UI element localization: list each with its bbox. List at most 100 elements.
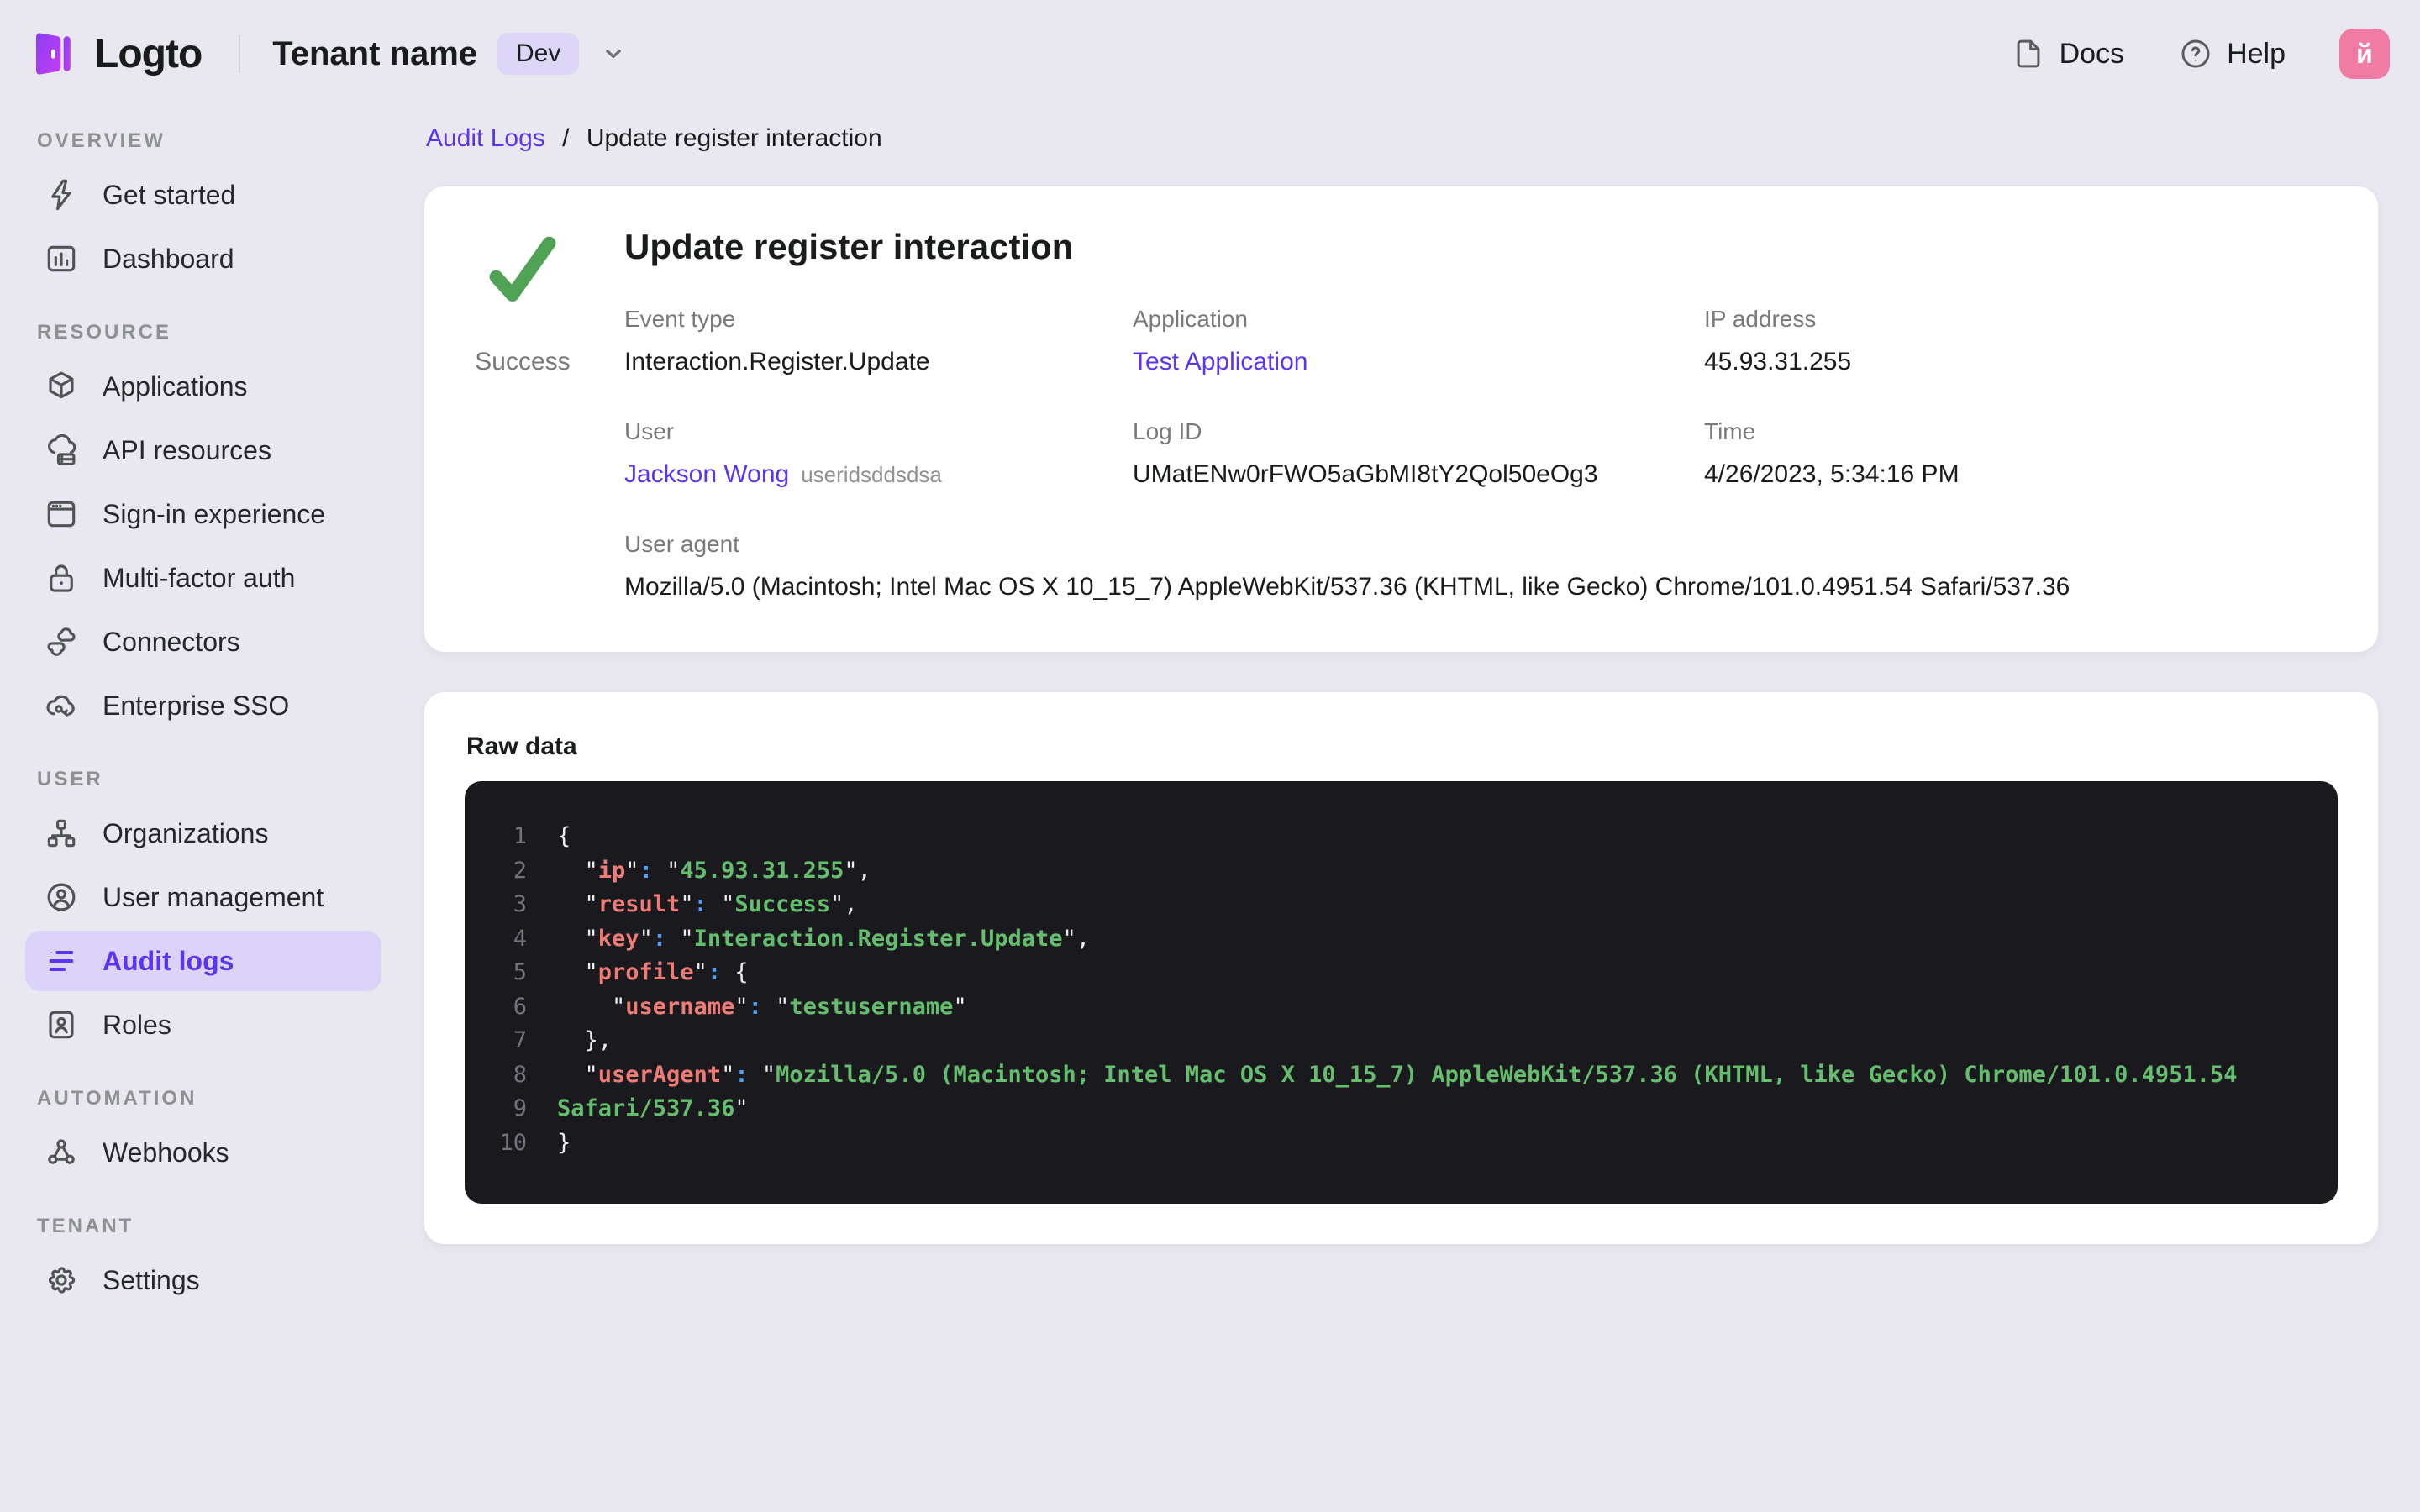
cube-icon [49,371,74,399]
code-text: "profile": { [557,959,749,985]
user-agent-value: Mozilla/5.0 (Macintosh; Intel Mac OS X 1… [624,573,2070,601]
line-number: 9 [513,1095,527,1121]
breadcrumb-separator: / [562,124,570,152]
logto-logo-icon [35,33,71,75]
line-number: 1 [513,823,527,849]
sidebar-item-label: Settings [103,1264,200,1295]
line-number: 3 [513,891,527,917]
field-label: User [624,418,675,444]
user-circle-icon [47,883,76,911]
code-line: 4 "key": "Interaction.Register.Update", [465,922,2317,957]
audit-list-icon [49,951,74,971]
help-label: Help [2227,37,2286,70]
log-id-value: UMatENw0rFWO5aGbMI8tY2Qol50eOg3 [1133,460,1598,488]
tenant-selector[interactable]: Tenant name Dev [272,33,628,75]
breadcrumb-audit-logs-link[interactable]: Audit Logs [426,124,545,152]
ip-address-value: 45.93.31.255 [1704,348,1852,375]
breadcrumb-current: Update register interaction [586,124,882,152]
field-time: Time 4/26/2023, 5:34:16 PM [1704,418,2331,489]
code-text: } [557,1129,571,1156]
cloud-key-icon [46,695,75,717]
sidebar-item-multi-factor-auth[interactable]: Multi-factor auth [25,548,381,608]
code-line: 1{ [465,820,2317,854]
sidebar-item-organizations[interactable]: Organizations [25,803,381,864]
field-ip-address: IP address 45.93.31.255 [1704,306,2331,376]
event-detail-card: Success Update register interaction Even… [424,186,2378,652]
detail-main: Update register interaction Event type In… [624,227,2331,601]
page-title: Update register interaction [624,227,1074,266]
code-text: { [557,823,571,849]
sidebar-item-roles[interactable]: Roles [25,995,381,1055]
divider [239,34,241,73]
field-label: IP address [1704,306,1817,332]
line-number: 10 [499,1129,527,1156]
user-link[interactable]: Jackson Wong [624,460,789,488]
gear-icon [48,1267,76,1294]
sidebar-item-user-management[interactable]: User management [25,867,381,927]
sidebar-item-label: Multi-factor auth [103,562,296,593]
id-card-icon [49,1011,74,1039]
lightning-icon [51,179,71,211]
line-number: 7 [513,1027,527,1053]
code-line: 7 }, [465,1024,2317,1058]
raw-data-title: Raw data [466,732,577,760]
sidebar-item-label: User management [103,881,324,912]
sidebar-item-dashboard[interactable]: Dashboard [25,228,381,289]
cloud-server-icon [48,433,76,466]
field-application: Application Test Application [1133,306,1704,376]
breadcrumb: Audit Logs / Update register interaction [426,124,2378,153]
code-line: 2 "ip": "45.93.31.255", [465,854,2317,889]
raw-data-card: Raw data 1{2 "ip": "45.93.31.255", 3 "res… [424,692,2378,1244]
env-badge: Dev [497,33,580,75]
sidebar-item-applications[interactable]: Applications [25,356,381,417]
main-content: Audit Logs / Update register interaction… [403,108,2420,1512]
line-number: 6 [513,993,527,1020]
application-link[interactable]: Test Application [1133,348,1307,375]
line-number: 8 [513,1061,527,1088]
sidebar-item-enterprise-sso[interactable]: Enterprise SSO [25,675,381,736]
docs-label: Docs [2059,37,2125,70]
sidebar-item-settings[interactable]: Settings [25,1250,381,1310]
field-label: User agent [624,531,739,557]
success-check-icon [489,236,556,302]
status-column: Success [471,227,574,601]
org-tree-icon [47,819,76,848]
code-line: 9 Safari/537.36" [465,1092,2317,1126]
sidebar-item-audit-logs[interactable]: Audit logs [25,931,381,991]
code-line: 8 "userAgent": "Mozilla/5.0 (Macintosh; … [465,1058,2317,1093]
sidebar-section-automation: AUTOMATION [37,1087,197,1110]
sidebar-item-sign-in-experience[interactable]: Sign-in experience [25,484,381,544]
sidebar-item-api-resources[interactable]: API resources [25,420,381,480]
field-label: Application [1133,306,1248,332]
avatar[interactable]: й [2339,29,2390,79]
code-line: 5 "profile": { [465,956,2317,990]
code-line: 6 "username": "testusername" [465,990,2317,1025]
help-button[interactable]: Help [2178,36,2286,71]
detail-fields: Event type Interaction.Register.Update App… [624,306,2331,601]
sidebar-item-label: Get started [103,179,236,210]
top-bar: Logto Tenant name Dev Docs Help й [0,0,2420,108]
tenant-name: Tenant name [272,34,478,72]
lock-icon [50,564,73,592]
connectors-icon [47,627,76,656]
chevron-down-icon[interactable] [599,39,628,68]
code-block: 1{2 "ip": "45.93.31.255", 3 "result": "Su… [465,781,2338,1204]
webhook-icon [48,1139,75,1164]
logto-brand: Logto [29,28,203,80]
logo-wordmark: Logto [94,31,203,76]
sidebar-item-label: Sign-in experience [103,498,326,529]
sidebar: OVERVIEW Get started Dashboard RESOURCE Appl… [0,108,403,1512]
code-line: 3 "result": "Success", [465,888,2317,922]
field-label: Event type [624,306,736,332]
field-label: Log ID [1133,418,1202,444]
sidebar-item-label: Enterprise SSO [103,690,290,721]
field-label: Time [1704,418,1756,444]
field-log-id: Log ID UMatENw0rFWO5aGbMI8tY2Qol50eOg3 [1133,418,1704,489]
time-value: 4/26/2023, 5:34:16 PM [1704,460,1960,488]
docs-button[interactable]: Docs [2011,36,2124,71]
line-number: 4 [513,925,527,952]
sidebar-item-webhooks[interactable]: Webhooks [25,1122,381,1183]
sidebar-item-connectors[interactable]: Connectors [25,612,381,672]
dashboard-icon [47,245,76,272]
sidebar-item-get-started[interactable]: Get started [25,165,381,225]
